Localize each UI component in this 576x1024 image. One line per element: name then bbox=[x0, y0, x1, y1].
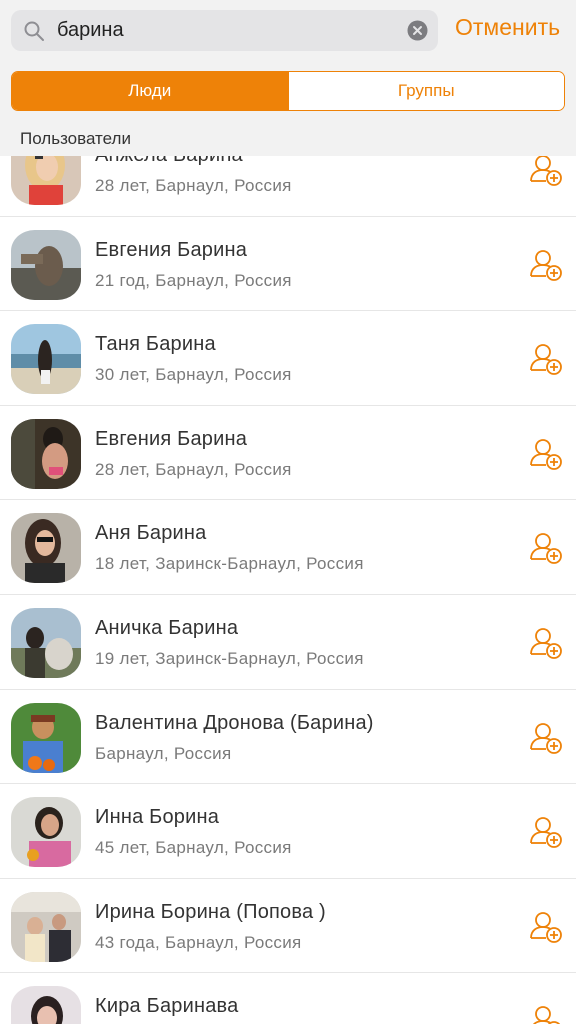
user-name: Ирина Борина (Попова ) bbox=[95, 900, 326, 923]
user-row[interactable]: Евгения Барина 28 лет, Барнаул, Россия bbox=[0, 405, 576, 501]
user-row[interactable]: Аничка Барина 19 лет, Заринск-Барнаул, Р… bbox=[0, 594, 576, 690]
add-friend-icon[interactable] bbox=[528, 625, 564, 661]
user-details: 21 год, Барнаул, Россия bbox=[95, 270, 292, 290]
search-icon bbox=[24, 21, 44, 41]
user-details: 45 лет, Барнаул, Россия bbox=[95, 838, 292, 858]
section-title: Пользователи bbox=[20, 129, 131, 148]
tab-groups[interactable]: Группы bbox=[287, 72, 564, 110]
user-details: Барнаул, Россия bbox=[95, 743, 232, 763]
user-name: Кира Баринава bbox=[95, 995, 239, 1018]
search-input[interactable] bbox=[57, 10, 397, 51]
search-box[interactable] bbox=[11, 10, 438, 51]
avatar bbox=[11, 513, 81, 584]
avatar bbox=[11, 324, 81, 395]
user-row[interactable]: Аня Барина 18 лет, Заринск-Барнаул, Росс… bbox=[0, 500, 576, 595]
user-row[interactable]: Инна Борина 45 лет, Барнаул, Россия bbox=[0, 784, 576, 879]
user-name: Таня Барина bbox=[95, 333, 216, 356]
user-details: 43 года, Барнаул, Россия bbox=[95, 932, 302, 952]
avatar bbox=[11, 229, 81, 300]
user-row[interactable]: Ирина Борина (Попова ) 43 года, Барнаул,… bbox=[0, 878, 576, 974]
add-friend-icon[interactable] bbox=[528, 814, 564, 850]
user-name: Аня Барина bbox=[95, 522, 207, 545]
user-name: Евгения Барина bbox=[95, 238, 248, 261]
add-friend-icon[interactable] bbox=[528, 436, 564, 472]
user-details: 18 лет, Заринск-Барнаул, Россия bbox=[95, 554, 364, 574]
user-list: Анжела Барина 28 лет, Барнаул, Россия Ев… bbox=[0, 122, 576, 1024]
avatar bbox=[11, 797, 81, 868]
user-details: 28 лет, Барнаул, Россия bbox=[95, 459, 292, 479]
add-friend-icon[interactable] bbox=[528, 341, 564, 377]
add-friend-icon[interactable] bbox=[528, 1003, 564, 1024]
tab-people[interactable]: Люди bbox=[12, 72, 288, 110]
avatar bbox=[11, 891, 81, 962]
avatar bbox=[11, 418, 81, 489]
search-header: Отменить Люди Группы Пользователи bbox=[0, 0, 576, 156]
user-name: Инна Борина bbox=[95, 806, 220, 829]
user-name: Валентина Дронова (Барина) bbox=[95, 711, 374, 734]
user-row[interactable]: Евгения Барина 21 год, Барнаул, Россия bbox=[0, 216, 576, 312]
avatar bbox=[11, 607, 81, 678]
cancel-button[interactable]: Отменить bbox=[455, 14, 560, 41]
avatar bbox=[11, 702, 81, 773]
avatar bbox=[11, 986, 81, 1024]
add-friend-icon[interactable] bbox=[528, 720, 564, 756]
user-row[interactable]: Валентина Дронова (Барина) Барнаул, Росс… bbox=[0, 689, 576, 785]
user-details: 30 лет, Барнаул, Россия bbox=[95, 365, 292, 385]
add-friend-icon[interactable] bbox=[528, 247, 564, 283]
add-friend-icon[interactable] bbox=[528, 909, 564, 945]
user-name: Аничка Барина bbox=[95, 616, 239, 639]
user-row[interactable]: Кира Баринава bbox=[0, 973, 576, 1024]
user-details: 28 лет, Барнаул, Россия bbox=[95, 176, 292, 195]
segmented-control: Люди Группы bbox=[11, 71, 565, 111]
add-friend-icon[interactable] bbox=[528, 152, 564, 188]
user-name: Евгения Барина bbox=[95, 427, 248, 450]
add-friend-icon[interactable] bbox=[528, 530, 564, 566]
clear-icon[interactable] bbox=[407, 20, 428, 41]
user-details: 19 лет, Заринск-Барнаул, Россия bbox=[95, 648, 364, 668]
user-row[interactable]: Таня Барина 30 лет, Барнаул, Россия bbox=[0, 311, 576, 406]
